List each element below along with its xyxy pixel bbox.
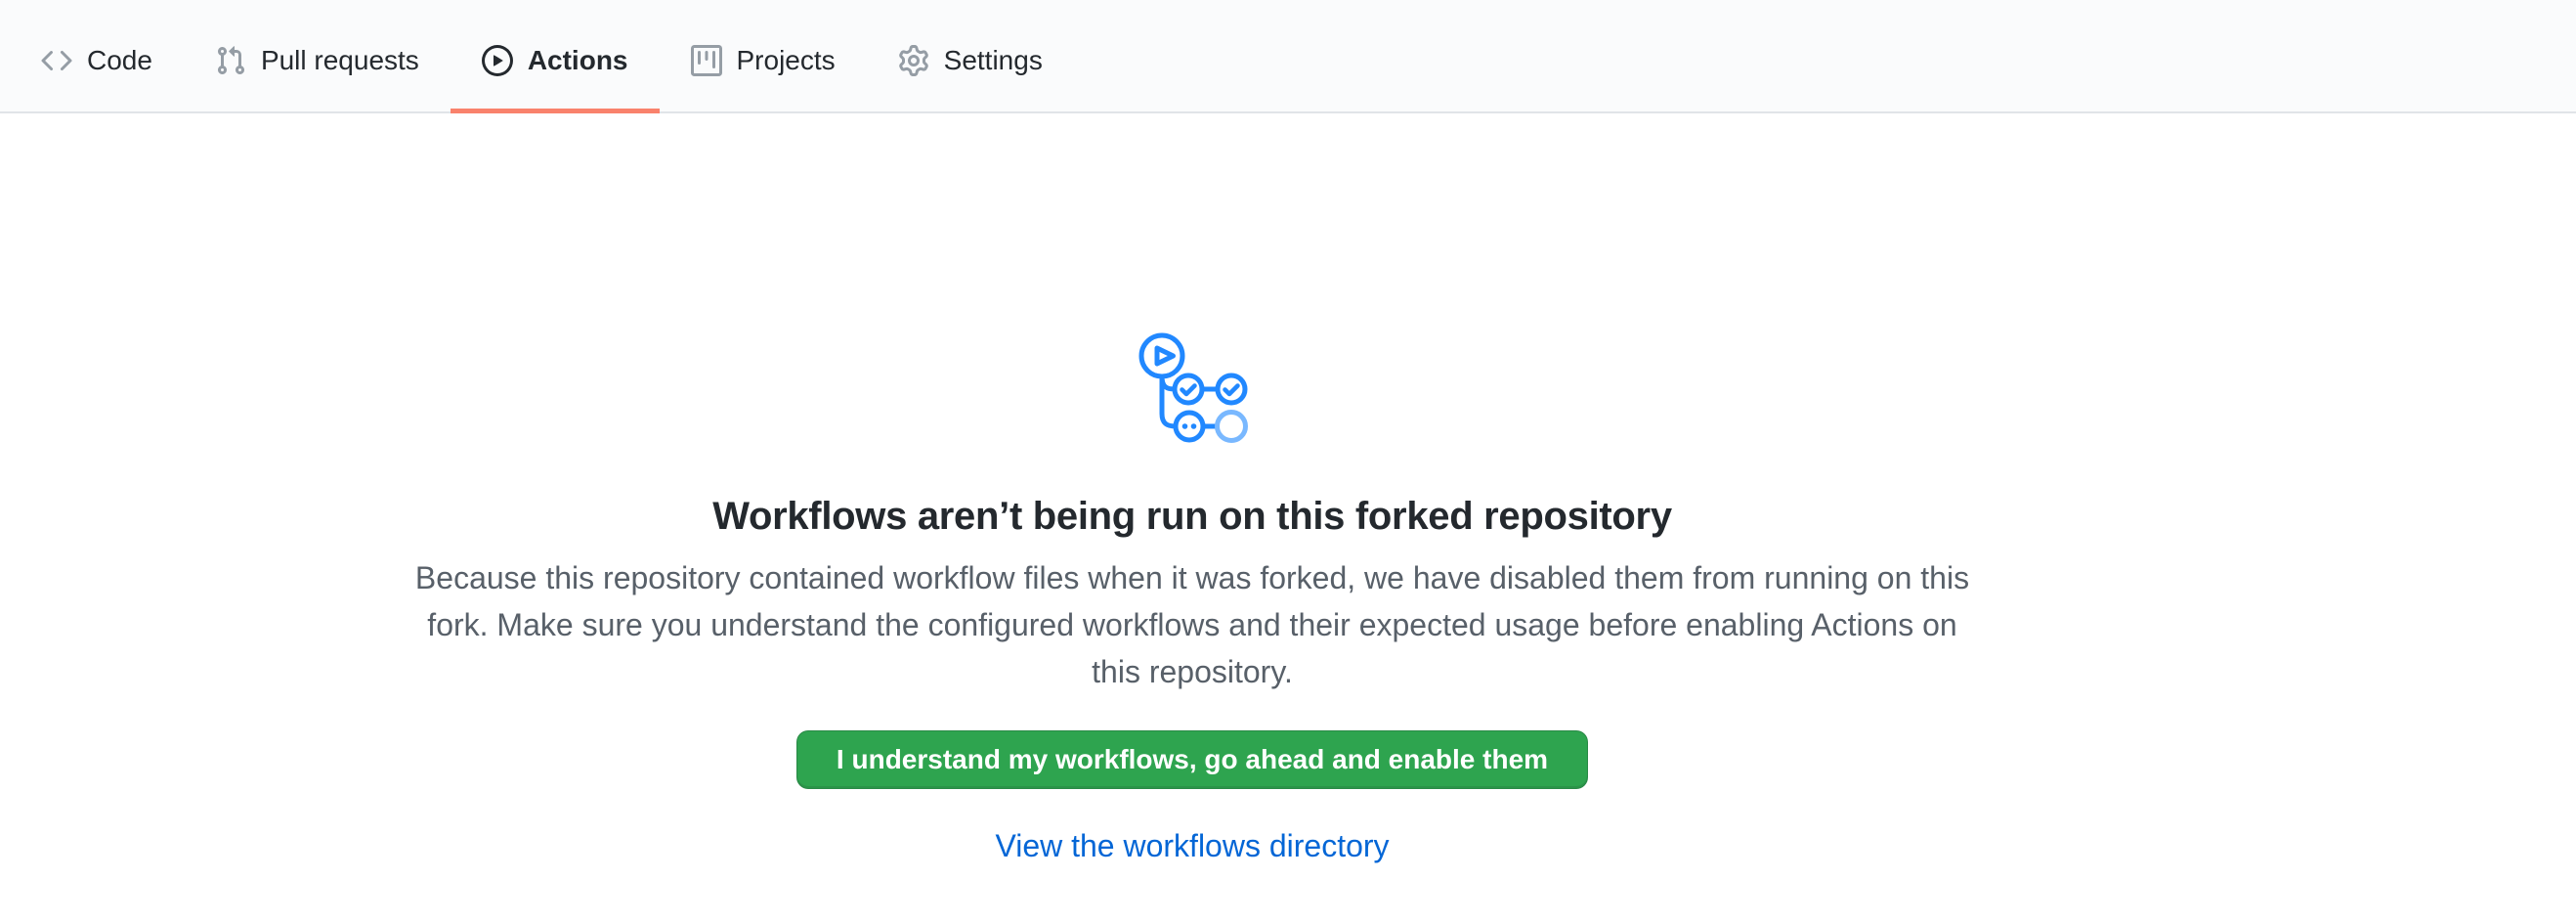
code-icon — [41, 45, 72, 76]
tab-actions[interactable]: Actions — [451, 0, 660, 111]
tab-label: Projects — [737, 45, 836, 76]
tab-label: Code — [87, 45, 152, 76]
tab-label: Actions — [528, 45, 628, 76]
project-icon — [691, 45, 722, 76]
enable-workflows-button[interactable]: I understand my workflows, go ahead and … — [796, 730, 1588, 789]
blankslate-description: Because this repository contained workfl… — [401, 554, 1984, 695]
blankslate-heading: Workflows aren’t being run on this forke… — [391, 495, 1994, 539]
repo-tab-nav: Code Pull requests Actions Projects — [0, 0, 2576, 113]
actions-disabled-blankslate: Workflows aren’t being run on this forke… — [391, 113, 1994, 864]
workflow-illustration-icon — [1134, 325, 1251, 447]
git-pull-request-icon — [215, 45, 246, 76]
play-icon — [482, 45, 513, 76]
tab-code[interactable]: Code — [10, 0, 184, 111]
view-workflows-directory-link[interactable]: View the workflows directory — [995, 828, 1389, 863]
tab-label: Pull requests — [261, 45, 419, 76]
tab-settings[interactable]: Settings — [867, 0, 1074, 111]
gear-icon — [898, 45, 929, 76]
tab-pull-requests[interactable]: Pull requests — [184, 0, 451, 111]
tab-label: Settings — [944, 45, 1043, 76]
tab-projects[interactable]: Projects — [660, 0, 867, 111]
